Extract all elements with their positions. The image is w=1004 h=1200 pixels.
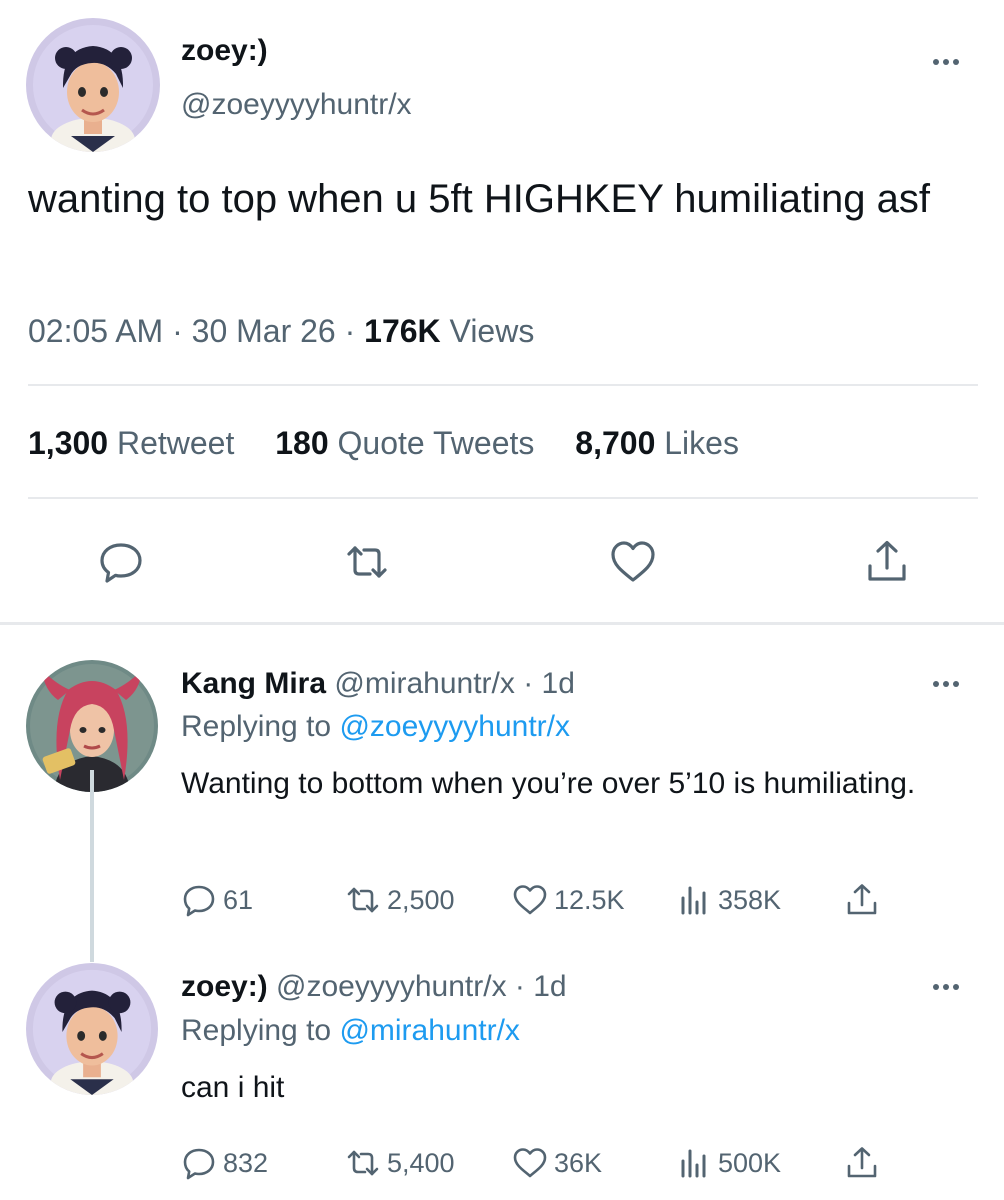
tweet-meta: 02:05 AM · 30 Mar 26 · 176K Views xyxy=(28,313,534,350)
views-icon xyxy=(681,886,706,915)
engagement-stats: 1,300 Retweet 180 Quote Tweets 8,700 Lik… xyxy=(28,425,771,462)
more-options-icon[interactable] xyxy=(926,52,966,72)
like-icon xyxy=(513,1148,547,1178)
retweet-icon[interactable] xyxy=(342,537,392,587)
views-icon xyxy=(681,1149,706,1178)
display-name[interactable]: zoey:) xyxy=(181,34,268,68)
more-options-icon[interactable] xyxy=(926,674,966,694)
replying-to-link[interactable]: @zoeyyyyhuntr/x xyxy=(339,710,570,743)
replying-to: Replying to @mirahuntr/x xyxy=(181,1014,520,1047)
retweet-count[interactable]: 2,500 xyxy=(345,882,455,918)
reply-header: zoey:) @zoeyyyyhuntr/x · 1d xyxy=(181,970,567,1004)
views-label: Views xyxy=(449,313,535,349)
reply-icon xyxy=(183,1148,215,1180)
display-name[interactable]: zoey:) xyxy=(181,970,268,1003)
retweets-stat[interactable]: 1,300 Retweet xyxy=(28,425,234,462)
section-divider xyxy=(0,622,1004,625)
separator-dot: · xyxy=(523,667,542,700)
reply-text: Wanting to bottom when you’re over 5’10 … xyxy=(181,767,916,800)
share-icon xyxy=(847,1147,877,1178)
divider xyxy=(28,497,978,499)
share-action[interactable] xyxy=(844,1145,880,1181)
reply-icon xyxy=(183,885,215,917)
share-icon xyxy=(847,884,877,915)
quote-tweets-stat[interactable]: 180 Quote Tweets xyxy=(275,425,534,462)
handle[interactable]: @zoeyyyyhuntr/x xyxy=(276,970,507,1003)
share-icon[interactable] xyxy=(862,537,912,587)
reply-age[interactable]: 1d xyxy=(542,667,575,700)
separator-dot: · xyxy=(344,313,365,349)
reply-avatar[interactable] xyxy=(26,963,158,1095)
share-action[interactable] xyxy=(844,882,880,918)
more-options-icon[interactable] xyxy=(926,977,966,997)
replying-to-link[interactable]: @mirahuntr/x xyxy=(339,1014,520,1047)
reply-header: Kang Mira @mirahuntr/x · 1d xyxy=(181,667,575,701)
retweet-icon xyxy=(347,1150,379,1176)
display-name[interactable]: Kang Mira xyxy=(181,667,326,700)
divider xyxy=(28,384,978,386)
reply-count[interactable]: 61 xyxy=(181,882,253,918)
separator-dot: · xyxy=(172,313,192,349)
retweet-count[interactable]: 5,400 xyxy=(345,1145,455,1181)
views-count[interactable]: 358K xyxy=(676,882,781,918)
tweet-date[interactable]: 30 Mar 26 xyxy=(192,313,336,349)
separator-dot: · xyxy=(514,970,534,1003)
like-count[interactable]: 36K xyxy=(512,1145,602,1181)
avatar[interactable] xyxy=(26,18,160,152)
avatar-image xyxy=(26,18,160,152)
handle[interactable]: @zoeyyyyhuntr/x xyxy=(181,88,412,122)
views-count: 176K xyxy=(364,313,441,349)
avatar-image xyxy=(26,963,158,1095)
like-icon[interactable] xyxy=(608,537,658,587)
handle[interactable]: @mirahuntr/x xyxy=(334,667,515,700)
tweet-text: wanting to top when u 5ft HIGHKEY humili… xyxy=(28,177,930,221)
main-tweet: zoey:) @zoeyyyyhuntr/x wanting to top wh… xyxy=(0,0,1004,624)
views-count[interactable]: 500K xyxy=(676,1145,781,1181)
replying-to: Replying to @zoeyyyyhuntr/x xyxy=(181,710,570,743)
likes-stat[interactable]: 8,700 Likes xyxy=(575,425,739,462)
thread-line xyxy=(90,770,94,962)
reply-text: can i hit xyxy=(181,1071,285,1104)
reply-count[interactable]: 832 xyxy=(181,1145,268,1181)
like-count[interactable]: 12.5K xyxy=(512,882,625,918)
reply-icon[interactable] xyxy=(96,537,146,587)
like-icon xyxy=(513,885,547,915)
retweet-icon xyxy=(347,887,379,913)
reply-age[interactable]: 1d xyxy=(533,970,566,1003)
tweet-time[interactable]: 02:05 AM xyxy=(28,313,163,349)
